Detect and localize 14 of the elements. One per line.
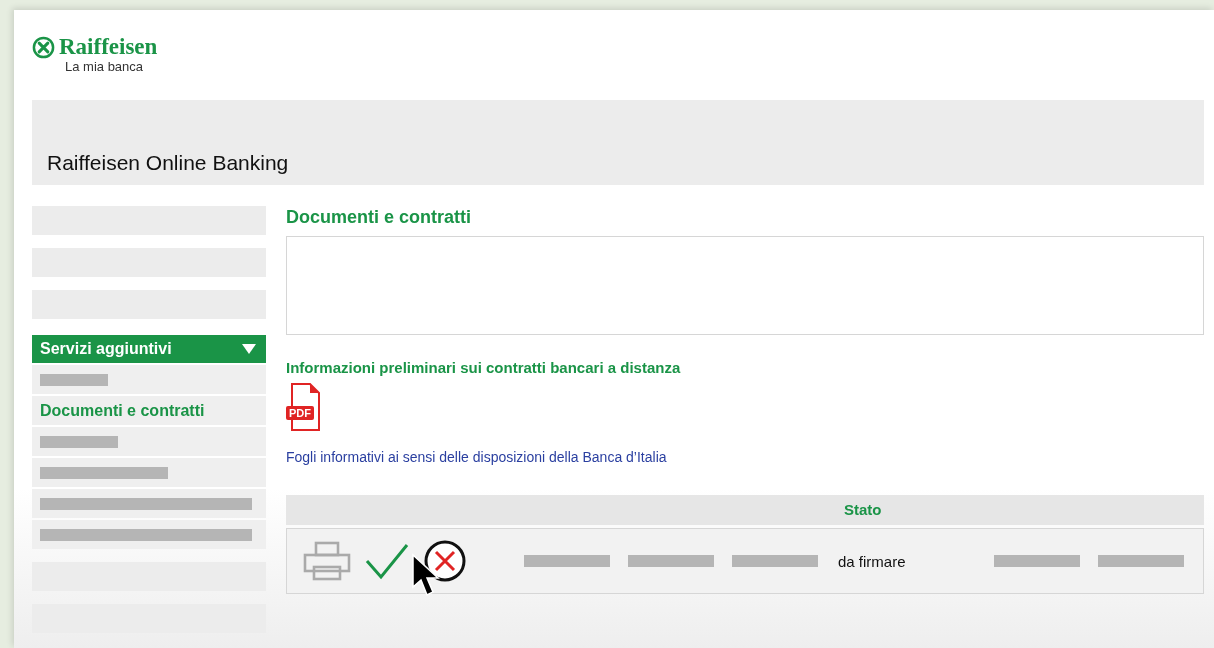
sidebar-section-header[interactable]: Servizi aggiuntivi (32, 335, 266, 363)
page-title: Documenti e contratti (286, 206, 472, 228)
check-icon[interactable] (365, 541, 409, 581)
status-text: da firmare (837, 552, 906, 570)
info-link[interactable]: Fogli informativi ai sensi delle disposizioni della Banca d’Italia (286, 449, 667, 465)
section-heading: Informazioni preliminari sui contratti bancari a distanza (286, 359, 681, 376)
column-header: Stato (843, 501, 882, 518)
cursor-icon (411, 553, 441, 597)
logo-tagline: La mia banca (65, 60, 145, 74)
placeholder-bar (40, 373, 108, 386)
banner-title: Raiffeisen Online Banking (47, 151, 289, 175)
logo-name: Raiffeisen (59, 34, 158, 60)
logo-icon (32, 36, 55, 59)
printer-icon[interactable] (303, 541, 351, 581)
